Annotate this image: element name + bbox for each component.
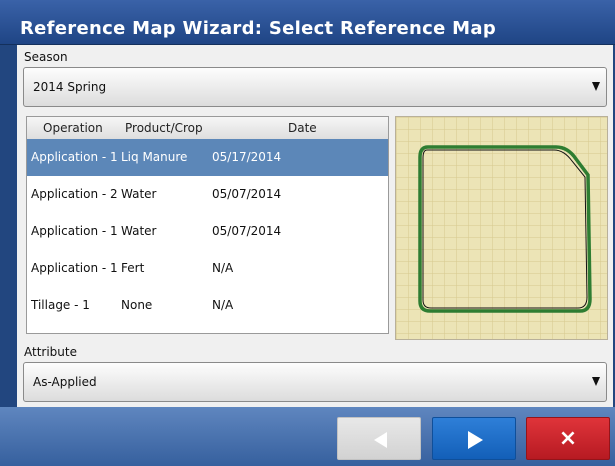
field-map <box>396 117 607 339</box>
operation-row[interactable]: Application - 1 Liq Manure 05/17/2014 <box>27 139 388 176</box>
operation-cell: Application - 1 <box>31 150 118 164</box>
operation-row[interactable]: Tillage - 1 None N/A <box>27 287 388 324</box>
column-header-operation: Operation <box>43 121 103 135</box>
operation-row[interactable]: Application - 1 Fert N/A <box>27 250 388 287</box>
attribute-value: As-Applied <box>33 375 97 389</box>
next-button[interactable] <box>432 417 516 460</box>
attribute-dropdown[interactable]: As-Applied <box>23 362 607 402</box>
product-cell: Fert <box>121 261 145 275</box>
window-title: Reference Map Wizard: Select Reference M… <box>20 18 497 39</box>
operation-cell: Tillage - 1 <box>31 298 90 312</box>
date-cell: 05/07/2014 <box>212 187 282 201</box>
product-cell: None <box>121 298 153 312</box>
column-header-date: Date <box>288 121 317 135</box>
chevron-down-icon <box>592 377 600 386</box>
operation-cell: Application - 1 <box>31 261 118 275</box>
back-button[interactable] <box>337 417 421 460</box>
operation-row[interactable]: Application - 2 Water 05/07/2014 <box>27 176 388 213</box>
date-cell: N/A <box>212 261 234 275</box>
operation-cell: Application - 2 <box>31 187 118 201</box>
title-bar: Reference Map Wizard: Select Reference M… <box>0 0 615 45</box>
arrow-right-icon <box>468 431 483 449</box>
operations-list: Operation Product/Crop Date Application … <box>26 116 389 334</box>
attribute-label: Attribute <box>24 345 77 359</box>
cancel-button[interactable]: × <box>526 417 610 460</box>
season-label: Season <box>24 50 68 64</box>
season-dropdown[interactable]: 2014 Spring <box>23 67 607 107</box>
season-value: 2014 Spring <box>33 80 107 94</box>
chevron-down-icon <box>592 82 600 91</box>
date-cell: 05/07/2014 <box>212 224 282 238</box>
product-cell: Liq Manure <box>121 150 188 164</box>
column-header-product: Product/Crop <box>125 121 203 135</box>
close-icon: × <box>558 426 578 451</box>
operation-row[interactable]: Application - 1 Water 05/07/2014 <box>27 213 388 250</box>
wizard-window: Reference Map Wizard: Select Reference M… <box>0 0 615 466</box>
bottom-toolbar <box>0 407 615 466</box>
operation-cell: Application - 1 <box>31 224 118 238</box>
reference-map-preview <box>395 116 608 340</box>
product-cell: Water <box>121 187 157 201</box>
product-cell: Water <box>121 224 157 238</box>
arrow-left-icon <box>374 432 387 448</box>
date-cell: N/A <box>212 298 234 312</box>
wizard-content: Season 2014 Spring Operation Product/Cro… <box>17 45 613 407</box>
date-cell: 05/17/2014 <box>212 150 282 164</box>
operations-header: Operation Product/Crop Date <box>27 117 388 140</box>
